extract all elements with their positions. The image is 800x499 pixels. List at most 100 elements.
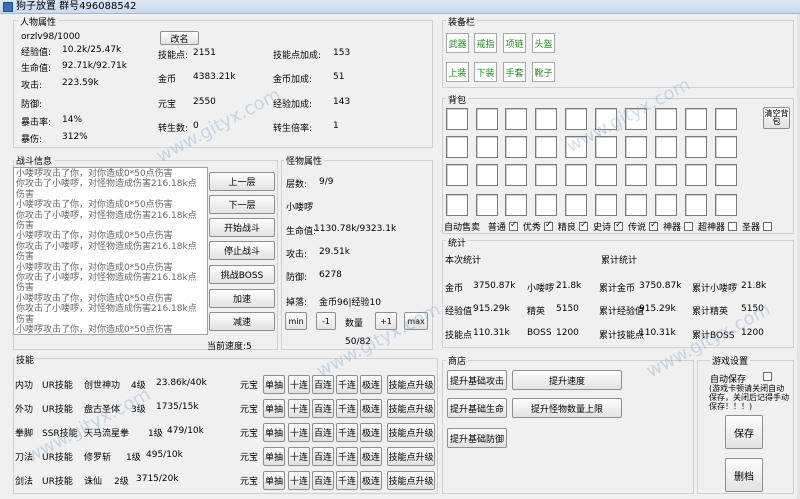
backpack-slot[interactable]	[655, 164, 677, 186]
rarity-checkbox[interactable]	[763, 222, 773, 231]
backpack-slot[interactable]	[446, 108, 468, 130]
backpack-slot[interactable]	[625, 164, 647, 186]
backpack-slot[interactable]	[685, 164, 707, 186]
draw-1000-button[interactable]: 千连	[336, 375, 358, 394]
draw-max-button[interactable]: 极连	[360, 423, 382, 442]
draw-1000-button[interactable]: 千连	[336, 423, 358, 442]
skill-upgrade-button[interactable]: 技能点升级	[387, 399, 435, 418]
backpack-slot[interactable]	[655, 194, 677, 216]
backpack-slot[interactable]	[655, 108, 677, 130]
draw-1000-button[interactable]: 千连	[336, 471, 358, 490]
rarity-checkbox[interactable]	[648, 220, 658, 231]
equipment-slot[interactable]: 项链	[503, 33, 526, 53]
next-floor-button[interactable]: 下一层	[209, 195, 275, 214]
draw-1-button[interactable]: 单抽	[263, 447, 285, 466]
backpack-slot[interactable]	[565, 108, 587, 130]
backpack-slot[interactable]	[715, 108, 737, 130]
equipment-slot[interactable]: 武器	[446, 33, 469, 53]
backpack-slot[interactable]	[685, 136, 707, 158]
backpack-slot[interactable]	[715, 164, 737, 186]
backpack-slot[interactable]	[476, 164, 498, 186]
upgrade-hp-button[interactable]: 提升基础生命	[447, 398, 507, 418]
draw-100-button[interactable]: 百连	[312, 423, 334, 442]
backpack-slot[interactable]	[446, 194, 468, 216]
qty-plus-button[interactable]: +1	[375, 312, 397, 330]
qty-minus-button[interactable]: -1	[316, 312, 336, 330]
draw-100-button[interactable]: 百连	[312, 471, 334, 490]
start-battle-button[interactable]: 开始战斗	[209, 218, 275, 237]
draw-10-button[interactable]: 十连	[288, 375, 310, 394]
draw-max-button[interactable]: 极连	[360, 471, 382, 490]
skill-upgrade-button[interactable]: 技能点升级	[387, 375, 435, 394]
draw-10-button[interactable]: 十连	[288, 399, 310, 418]
rarity-checkbox[interactable]	[543, 220, 553, 231]
backpack-slot[interactable]	[625, 136, 647, 158]
equipment-slot[interactable]: 上装	[446, 62, 469, 82]
draw-max-button[interactable]: 极连	[360, 399, 382, 418]
draw-100-button[interactable]: 百连	[312, 399, 334, 418]
draw-10-button[interactable]: 十连	[288, 471, 310, 490]
clear-backpack-button[interactable]: 清空背包	[763, 107, 790, 129]
backpack-slot[interactable]	[535, 164, 557, 186]
slow-down-button[interactable]: 减速	[209, 312, 275, 331]
draw-1-button[interactable]: 单抽	[263, 471, 285, 490]
save-button[interactable]: 保存	[725, 415, 763, 449]
backpack-slot[interactable]	[446, 136, 468, 158]
backpack-slot[interactable]	[565, 136, 587, 158]
backpack-slot[interactable]	[476, 136, 498, 158]
backpack-slot[interactable]	[625, 108, 647, 130]
draw-1000-button[interactable]: 千连	[336, 447, 358, 466]
speed-up-button[interactable]: 加速	[209, 289, 275, 308]
backpack-slot[interactable]	[565, 194, 587, 216]
draw-max-button[interactable]: 极连	[360, 447, 382, 466]
rarity-checkbox[interactable]	[508, 220, 518, 231]
backpack-slot[interactable]	[595, 136, 617, 158]
equipment-slot[interactable]: 靴子	[532, 62, 555, 82]
qty-max-button[interactable]: max	[404, 312, 428, 330]
backpack-slot[interactable]	[715, 136, 737, 158]
backpack-slot[interactable]	[505, 108, 527, 130]
autosave-checkbox[interactable]	[763, 372, 772, 381]
skill-upgrade-button[interactable]: 技能点升级	[387, 471, 435, 490]
backpack-slot[interactable]	[685, 194, 707, 216]
draw-1-button[interactable]: 单抽	[263, 399, 285, 418]
draw-max-button[interactable]: 极连	[360, 375, 382, 394]
backpack-slot[interactable]	[685, 108, 707, 130]
backpack-slot[interactable]	[595, 164, 617, 186]
draw-1-button[interactable]: 单抽	[263, 423, 285, 442]
delete-save-button[interactable]: 删档	[725, 458, 763, 492]
rarity-checkbox[interactable]	[683, 222, 693, 231]
upgrade-attack-button[interactable]: 提升基础攻击	[447, 370, 507, 390]
draw-10-button[interactable]: 十连	[288, 447, 310, 466]
draw-1-button[interactable]: 单抽	[263, 375, 285, 394]
backpack-slot[interactable]	[505, 136, 527, 158]
rarity-checkbox[interactable]	[728, 222, 737, 231]
equipment-slot[interactable]: 头盔	[532, 33, 555, 53]
backpack-slot[interactable]	[715, 194, 737, 216]
rename-button[interactable]: 改名	[160, 31, 199, 45]
qty-min-button[interactable]: min	[285, 312, 307, 330]
backpack-slot[interactable]	[625, 194, 647, 216]
stop-battle-button[interactable]: 停止战斗	[209, 241, 275, 260]
upgrade-defense-button[interactable]: 提升基础防御	[447, 428, 507, 448]
backpack-slot[interactable]	[505, 164, 527, 186]
battle-log[interactable]: 小喽啰攻击了你，对你造成0*50点伤害 你攻击了小喽啰，对怪物造成伤害216.18…	[13, 167, 208, 335]
backpack-slot[interactable]	[476, 194, 498, 216]
backpack-slot[interactable]	[655, 136, 677, 158]
skill-upgrade-button[interactable]: 技能点升级	[387, 447, 435, 466]
backpack-slot[interactable]	[535, 136, 557, 158]
backpack-slot[interactable]	[446, 164, 468, 186]
backpack-slot[interactable]	[595, 194, 617, 216]
upgrade-monster-cap-button[interactable]: 提升怪物数量上限	[512, 398, 622, 418]
draw-1000-button[interactable]: 千连	[336, 399, 358, 418]
draw-10-button[interactable]: 十连	[288, 423, 310, 442]
challenge-boss-button[interactable]: 挑战BOSS	[209, 265, 275, 284]
equipment-slot[interactable]: 戒指	[474, 33, 497, 53]
rarity-checkbox[interactable]	[613, 220, 623, 231]
draw-100-button[interactable]: 百连	[312, 375, 334, 394]
draw-100-button[interactable]: 百连	[312, 447, 334, 466]
backpack-slot[interactable]	[535, 194, 557, 216]
backpack-slot[interactable]	[535, 108, 557, 130]
skill-upgrade-button[interactable]: 技能点升级	[387, 423, 435, 442]
backpack-slot[interactable]	[595, 108, 617, 130]
